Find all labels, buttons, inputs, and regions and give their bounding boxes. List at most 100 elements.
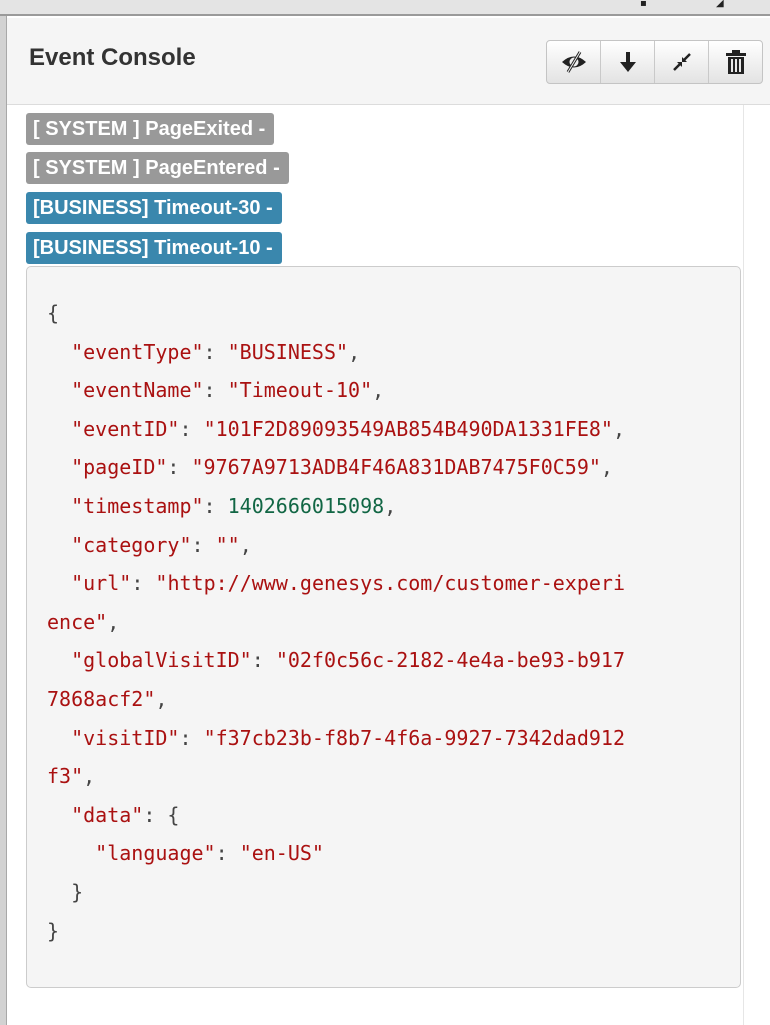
json-punct: , (348, 339, 361, 364)
json-punct: : (203, 493, 228, 518)
json-punct: } (47, 918, 60, 943)
json-string: "02f0c56c-2182-4e4a-be93-b917 (275, 648, 626, 673)
event-toggle: - (266, 197, 273, 219)
json-punct: : (167, 455, 192, 480)
json-key: "pageID" (71, 455, 168, 480)
json-punct (47, 571, 71, 595)
json-line: } (47, 912, 625, 951)
toolbar-button-group (546, 40, 763, 84)
json-punct: : (191, 532, 216, 557)
json-string: "9767A9713ADB4F46A831DAB7475F0C59" (191, 455, 601, 480)
json-number: 1402666015098 (227, 493, 385, 518)
event-type-tag: [ SYSTEM ] (33, 118, 140, 140)
json-punct (47, 841, 95, 865)
trash-icon (725, 50, 746, 74)
event-list: [ SYSTEM ] PageExited - [ SYSTEM ] PageE… (7, 105, 742, 1025)
json-key: "eventType" (71, 339, 204, 364)
download-button[interactable] (600, 41, 654, 83)
json-line: "visitID": "f37cb23b-f8b7-4f6a-9927-7342… (47, 719, 625, 758)
panel-header: Event Console (7, 18, 770, 105)
json-line: f3", (47, 757, 625, 796)
json-line: "pageID": "9767A9713ADB4F46A831DAB7475F0… (47, 448, 625, 487)
json-line: "language": "en-US" (47, 834, 625, 873)
json-punct: , (239, 532, 252, 557)
json-punct: { (47, 301, 60, 325)
event-label-page-exited[interactable]: [ SYSTEM ] PageExited - (26, 113, 275, 145)
json-line: "eventName": "Timeout-10", (47, 371, 625, 410)
event-toggle: - (273, 157, 280, 179)
event-toggle: - (266, 237, 273, 259)
json-line: "eventID": "101F2D89093549AB854B490DA133… (47, 410, 625, 449)
json-key: "data" (71, 802, 144, 827)
json-punct (47, 803, 71, 827)
event-name: Timeout-10 (154, 237, 261, 259)
json-punct (47, 340, 71, 364)
scrollbar[interactable] (743, 105, 770, 1025)
json-punct: } (47, 879, 84, 904)
json-string: f3" (47, 764, 84, 789)
json-string: 7868acf2" (47, 686, 156, 711)
clear-events-button[interactable] (708, 41, 762, 83)
json-code-block: { "eventType": "BUSINESS", "eventName": … (47, 294, 625, 950)
json-punct: , (612, 416, 626, 441)
toggle-visibility-button[interactable] (547, 41, 600, 83)
collapse-button[interactable] (654, 41, 708, 83)
collapse-icon (672, 53, 691, 71)
json-punct (47, 378, 71, 402)
event-label-page-entered[interactable]: [ SYSTEM ] PageEntered - (26, 152, 289, 184)
json-line: 7868acf2", (47, 680, 625, 719)
json-line: "url": "http://www.genesys.com/customer-… (47, 564, 625, 603)
json-line: "eventType": "BUSINESS", (47, 333, 625, 372)
json-string: "101F2D89093549AB854B490DA1331FE8" (203, 416, 613, 441)
event-name: PageExited (145, 118, 254, 140)
json-key: "eventName" (71, 378, 204, 403)
event-name: PageEntered (145, 157, 268, 179)
json-line: "globalVisitID": "02f0c56c-2182-4e4a-be9… (47, 641, 625, 680)
json-punct: , (372, 378, 385, 403)
json-string: "f37cb23b-f8b7-4f6a-9927-7342dad912 (203, 725, 625, 750)
event-label-timeout-10[interactable]: [BUSINESS] Timeout-10 - (26, 232, 282, 264)
json-key: "category" (71, 532, 192, 557)
event-toggle: - (258, 118, 266, 140)
download-icon (619, 52, 636, 72)
json-punct (47, 455, 71, 479)
json-string: "en-US" (239, 841, 324, 866)
json-line: "category": "", (47, 526, 625, 565)
json-key: "visitID" (71, 725, 180, 750)
json-punct: : (251, 648, 276, 673)
event-label-timeout-30[interactable]: [BUSINESS] Timeout-30 - (26, 192, 282, 224)
json-punct: , (384, 493, 397, 518)
json-punct (47, 417, 71, 441)
json-punct: , (107, 609, 120, 634)
json-line: { (47, 294, 625, 333)
event-type-tag: [BUSINESS] (33, 197, 149, 219)
json-punct (47, 494, 71, 518)
json-key: "url" (71, 571, 132, 596)
json-punct (47, 648, 71, 672)
event-type-tag: [ SYSTEM ] (33, 157, 140, 179)
json-punct: : (131, 571, 156, 596)
json-string: "http://www.genesys.com/customer-experi (155, 571, 626, 596)
json-line: ence", (47, 603, 625, 642)
json-punct: : (203, 339, 228, 364)
json-punct (47, 726, 71, 750)
event-detail-json: { "eventType": "BUSINESS", "eventName": … (26, 266, 741, 988)
json-punct: : (203, 378, 228, 403)
toggle-visibility-icon (561, 51, 586, 73)
json-punct: : (179, 725, 204, 750)
json-string: "Timeout-10" (227, 378, 373, 403)
json-punct: , (83, 764, 96, 789)
json-punct: : (179, 416, 204, 441)
json-punct: , (155, 686, 168, 711)
panel-title: Event Console (29, 44, 196, 71)
event-name: Timeout-30 (154, 197, 261, 219)
json-key: "timestamp" (71, 493, 204, 518)
json-punct: : { (143, 802, 180, 827)
event-type-tag: [BUSINESS] (33, 237, 149, 259)
json-punct: , (600, 455, 613, 480)
json-key: "globalVisitID" (71, 648, 252, 673)
json-punct: : (215, 841, 240, 866)
json-string: ence" (47, 609, 108, 634)
json-key: "language" (95, 841, 216, 866)
json-punct (47, 533, 71, 557)
